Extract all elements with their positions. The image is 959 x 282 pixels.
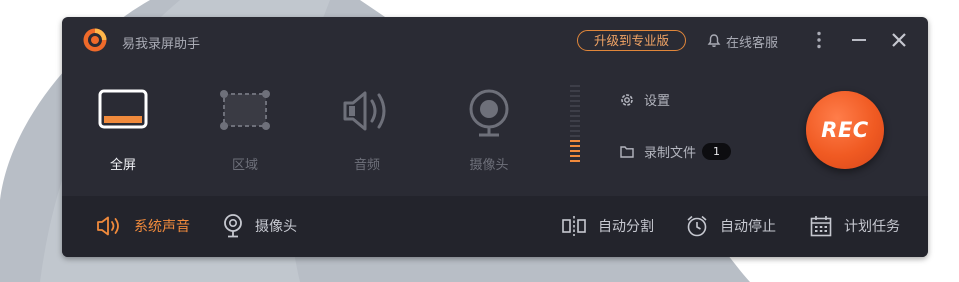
mode-fullscreen[interactable]: 全屏 xyxy=(78,63,168,196)
mode-webcam[interactable]: 摄像头 xyxy=(444,63,534,196)
mode-panel: 全屏 区域 音频 摄像头 设置 录制文件 1 REC xyxy=(62,63,928,196)
region-icon xyxy=(220,90,270,130)
audio-level-meter xyxy=(570,85,580,162)
mode-fullscreen-label: 全屏 xyxy=(109,158,136,173)
mode-region[interactable]: 区域 xyxy=(200,63,290,196)
alarm-clock-icon xyxy=(687,215,707,237)
app-logo-icon xyxy=(83,28,107,52)
auto-split-label: 自动分割 xyxy=(598,219,654,235)
recordings-label: 录制文件 xyxy=(644,146,697,161)
scheduled-task-button[interactable]: 计划任务 xyxy=(810,214,900,238)
title-bar: 易我录屏助手 升级到专业版 在线客服 xyxy=(62,17,928,63)
mode-audio[interactable]: 音频 xyxy=(322,63,412,196)
bottom-toolbar: 系统声音 摄像头 自动分割 自动停止 计划任务 xyxy=(62,196,928,257)
webcam-toggle[interactable]: 摄像头 xyxy=(223,214,297,238)
auto-split-button[interactable]: 自动分割 xyxy=(562,214,654,238)
scheduled-task-label: 计划任务 xyxy=(844,219,900,235)
settings-label: 设置 xyxy=(644,94,671,109)
rec-button[interactable]: REC xyxy=(806,91,884,169)
audio-icon xyxy=(343,91,386,131)
auto-stop-button[interactable]: 自动停止 xyxy=(686,214,776,238)
folder-icon xyxy=(620,145,634,158)
calendar-icon xyxy=(810,216,832,237)
fullscreen-icon xyxy=(98,89,148,129)
system-audio-toggle[interactable]: 系统声音 xyxy=(96,214,190,238)
webcam-small-icon xyxy=(224,214,242,238)
online-support-button[interactable]: 在线客服 xyxy=(706,32,779,51)
settings-link[interactable]: 设置 xyxy=(620,90,670,109)
auto-stop-label: 自动停止 xyxy=(720,219,776,235)
app-window: 易我录屏助手 升级到专业版 在线客服 全屏 区域 音频 摄像头 设置 录制文件 … xyxy=(62,17,928,257)
recordings-link[interactable]: 录制文件 1 xyxy=(620,142,732,161)
mode-webcam-label: 摄像头 xyxy=(469,158,509,173)
webcam-icon xyxy=(469,89,509,137)
bell-icon xyxy=(707,34,721,48)
more-menu-icon[interactable] xyxy=(809,30,829,50)
speaker-icon xyxy=(97,216,119,236)
online-support-label: 在线客服 xyxy=(726,35,779,51)
split-icon xyxy=(562,216,586,236)
minimize-icon[interactable] xyxy=(849,30,869,50)
upgrade-button[interactable]: 升级到专业版 xyxy=(577,30,686,51)
webcam-label: 摄像头 xyxy=(255,219,297,235)
close-icon[interactable] xyxy=(889,30,909,50)
recordings-count-badge: 1 xyxy=(702,143,732,160)
mode-region-label: 区域 xyxy=(231,158,258,173)
app-title: 易我录屏助手 xyxy=(122,37,201,52)
gear-icon xyxy=(621,93,633,106)
system-audio-label: 系统声音 xyxy=(134,219,190,235)
mode-audio-label: 音频 xyxy=(353,158,380,173)
